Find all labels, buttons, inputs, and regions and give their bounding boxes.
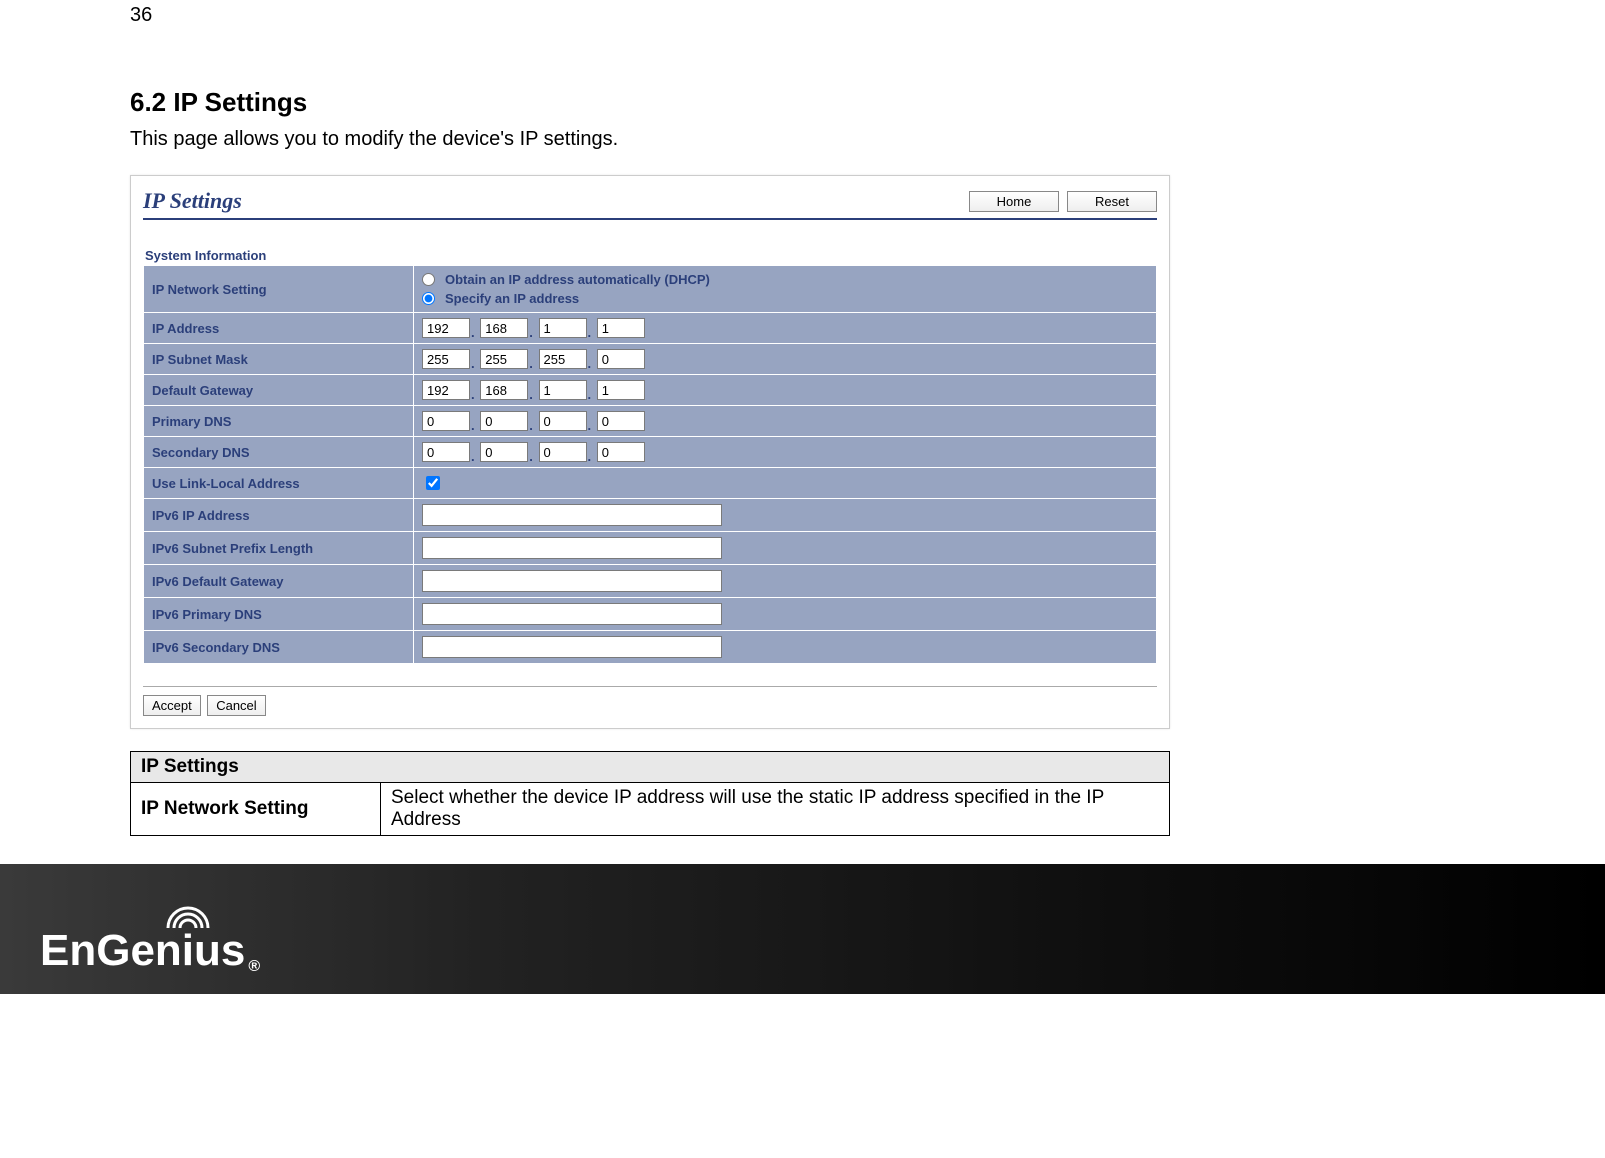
- desc-row-label: IP Network Setting: [131, 783, 381, 836]
- subnet-octet-1[interactable]: [422, 349, 470, 369]
- page-number: 36: [0, 0, 1605, 27]
- desc-table-header: IP Settings: [131, 752, 1170, 783]
- dot-icon: .: [529, 356, 533, 371]
- home-button[interactable]: Home: [969, 191, 1059, 212]
- reset-button[interactable]: Reset: [1067, 191, 1157, 212]
- label-ipv6-prefix-length: IPv6 Subnet Prefix Length: [144, 532, 414, 565]
- description-table: IP Settings IP Network Setting Select wh…: [130, 751, 1170, 836]
- dot-icon: .: [471, 449, 475, 464]
- cancel-button[interactable]: Cancel: [207, 695, 265, 716]
- pdns-octet-2[interactable]: [480, 411, 528, 431]
- system-information-heading: System Information: [145, 248, 1157, 263]
- ipv6-gateway-input[interactable]: [422, 570, 722, 592]
- sdns-octet-2[interactable]: [480, 442, 528, 462]
- ipv6-ip-input[interactable]: [422, 504, 722, 526]
- ipv6-prefix-input[interactable]: [422, 537, 722, 559]
- ipv6-secondary-dns-input[interactable]: [422, 636, 722, 658]
- label-ipv6-ip-address: IPv6 IP Address: [144, 499, 414, 532]
- divider: [143, 686, 1157, 687]
- settings-form-table: IP Network Setting Obtain an IP address …: [143, 265, 1157, 664]
- brand-logo: EnGeni us®: [40, 926, 260, 976]
- sdns-octet-1[interactable]: [422, 442, 470, 462]
- pdns-octet-3[interactable]: [539, 411, 587, 431]
- gateway-octet-4[interactable]: [597, 380, 645, 400]
- dot-icon: .: [471, 387, 475, 402]
- label-ipv6-secondary-dns: IPv6 Secondary DNS: [144, 631, 414, 664]
- ip-address-octet-3[interactable]: [539, 318, 587, 338]
- label-ipv6-primary-dns: IPv6 Primary DNS: [144, 598, 414, 631]
- label-ip-network-setting: IP Network Setting: [144, 266, 414, 313]
- dot-icon: .: [529, 418, 533, 433]
- dot-icon: .: [529, 325, 533, 340]
- use-link-local-checkbox[interactable]: [426, 476, 440, 490]
- label-use-link-local: Use Link-Local Address: [144, 468, 414, 499]
- dot-icon: .: [471, 356, 475, 371]
- sdns-octet-3[interactable]: [539, 442, 587, 462]
- radio-static-label: Specify an IP address: [445, 291, 579, 306]
- dot-icon: .: [529, 449, 533, 464]
- panel-title: IP Settings: [143, 186, 242, 216]
- gateway-octet-1[interactable]: [422, 380, 470, 400]
- radio-dhcp-label: Obtain an IP address automatically (DHCP…: [445, 272, 710, 287]
- sdns-octet-4[interactable]: [597, 442, 645, 462]
- footer-bar: EnGeni us®: [0, 864, 1605, 994]
- ip-address-octet-1[interactable]: [422, 318, 470, 338]
- section-description: This page allows you to modify the devic…: [130, 128, 1180, 151]
- label-ip-subnet-mask: IP Subnet Mask: [144, 344, 414, 375]
- ipv6-primary-dns-input[interactable]: [422, 603, 722, 625]
- wifi-icon: [163, 904, 213, 930]
- accept-button[interactable]: Accept: [143, 695, 201, 716]
- label-secondary-dns: Secondary DNS: [144, 437, 414, 468]
- registered-icon: ®: [248, 958, 260, 976]
- pdns-octet-1[interactable]: [422, 411, 470, 431]
- pdns-octet-4[interactable]: [597, 411, 645, 431]
- dot-icon: .: [588, 356, 592, 371]
- label-ipv6-default-gateway: IPv6 Default Gateway: [144, 565, 414, 598]
- desc-row-text: Select whether the device IP address wil…: [381, 783, 1170, 836]
- dot-icon: .: [588, 418, 592, 433]
- label-default-gateway: Default Gateway: [144, 375, 414, 406]
- label-ip-address: IP Address: [144, 313, 414, 344]
- label-primary-dns: Primary DNS: [144, 406, 414, 437]
- subnet-octet-3[interactable]: [539, 349, 587, 369]
- ip-address-octet-2[interactable]: [480, 318, 528, 338]
- dot-icon: .: [588, 325, 592, 340]
- dot-icon: .: [471, 418, 475, 433]
- dot-icon: .: [529, 387, 533, 402]
- subnet-octet-4[interactable]: [597, 349, 645, 369]
- gateway-octet-2[interactable]: [480, 380, 528, 400]
- gateway-octet-3[interactable]: [539, 380, 587, 400]
- dot-icon: .: [588, 449, 592, 464]
- ip-address-octet-4[interactable]: [597, 318, 645, 338]
- radio-static[interactable]: [422, 292, 435, 305]
- ip-settings-screenshot: IP Settings Home Reset System Informatio…: [130, 175, 1170, 729]
- radio-dhcp[interactable]: [422, 273, 435, 286]
- subnet-octet-2[interactable]: [480, 349, 528, 369]
- section-title: 6.2 IP Settings: [130, 87, 1180, 118]
- dot-icon: .: [588, 387, 592, 402]
- dot-icon: .: [471, 325, 475, 340]
